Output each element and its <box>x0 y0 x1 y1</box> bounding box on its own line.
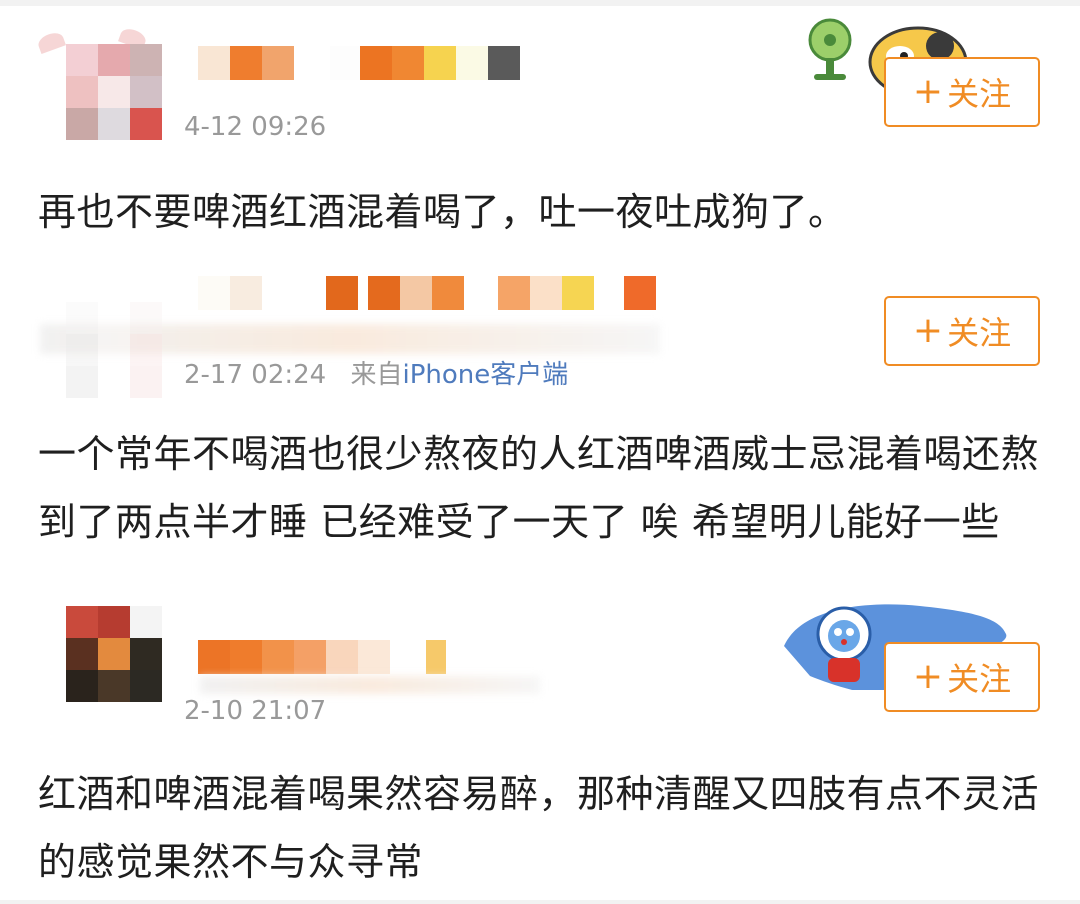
comment-text: 再也不要啤酒红酒混着喝了，吐一夜吐成狗了。 <box>38 190 847 234</box>
comment-meta: 2-17 02:24 来自iPhone客户端 <box>184 354 568 391</box>
comment-text: 红酒和啤酒混着喝果然容易醉，那种清醒又四肢有点不灵活的感觉果然不与众寻常 <box>38 772 1040 884</box>
comment-card-2: 2-17 02:24 来自iPhone客户端 + 关注 一个常年不喝酒也很少熬夜… <box>0 250 1080 600</box>
comment-card-1: 4-12 09:26 + 关注 再也不要啤酒红酒混着喝了，吐一夜吐成狗了。 <box>0 0 1080 250</box>
comment-meta: 2-10 21:07 <box>184 696 326 726</box>
username-pixelated[interactable] <box>198 46 520 80</box>
username-pixelated[interactable] <box>198 276 656 310</box>
follow-label: 关注 <box>947 75 1012 113</box>
plus-icon: + <box>912 71 944 112</box>
avatar-decoration <box>36 30 66 54</box>
follow-label: 关注 <box>947 660 1012 698</box>
follow-label: 关注 <box>947 314 1012 352</box>
follow-button[interactable]: + 关注 <box>884 642 1040 712</box>
comment-text: 一个常年不喝酒也很少熬夜的人红酒啤酒威士忌混着喝还熬到了两点半才睡 已经难受了一… <box>38 432 1040 544</box>
blurred-text <box>200 676 540 694</box>
source-device-link[interactable]: iPhone客户端 <box>402 360 568 390</box>
avatar[interactable] <box>66 302 162 398</box>
comment-meta: 4-12 09:26 <box>184 112 326 142</box>
follow-button[interactable]: + 关注 <box>884 57 1040 127</box>
avatar[interactable] <box>66 44 162 140</box>
timestamp: 2-10 21:07 <box>184 696 327 726</box>
comment-card-3: 2-10 21:07 + 关注 红酒和啤酒混着喝果然容易醉，那种清醒又四肢有点不… <box>0 600 1080 900</box>
follow-button[interactable]: + 关注 <box>884 296 1040 366</box>
timestamp: 2-17 02:24 <box>184 360 327 390</box>
plus-icon: + <box>912 656 944 697</box>
bottom-divider <box>0 900 1080 904</box>
source-prefix: 来自 <box>350 360 403 390</box>
plus-icon: + <box>912 310 944 351</box>
avatar[interactable] <box>66 606 162 702</box>
username-pixelated[interactable] <box>198 640 446 674</box>
timestamp: 4-12 09:26 <box>184 112 327 142</box>
